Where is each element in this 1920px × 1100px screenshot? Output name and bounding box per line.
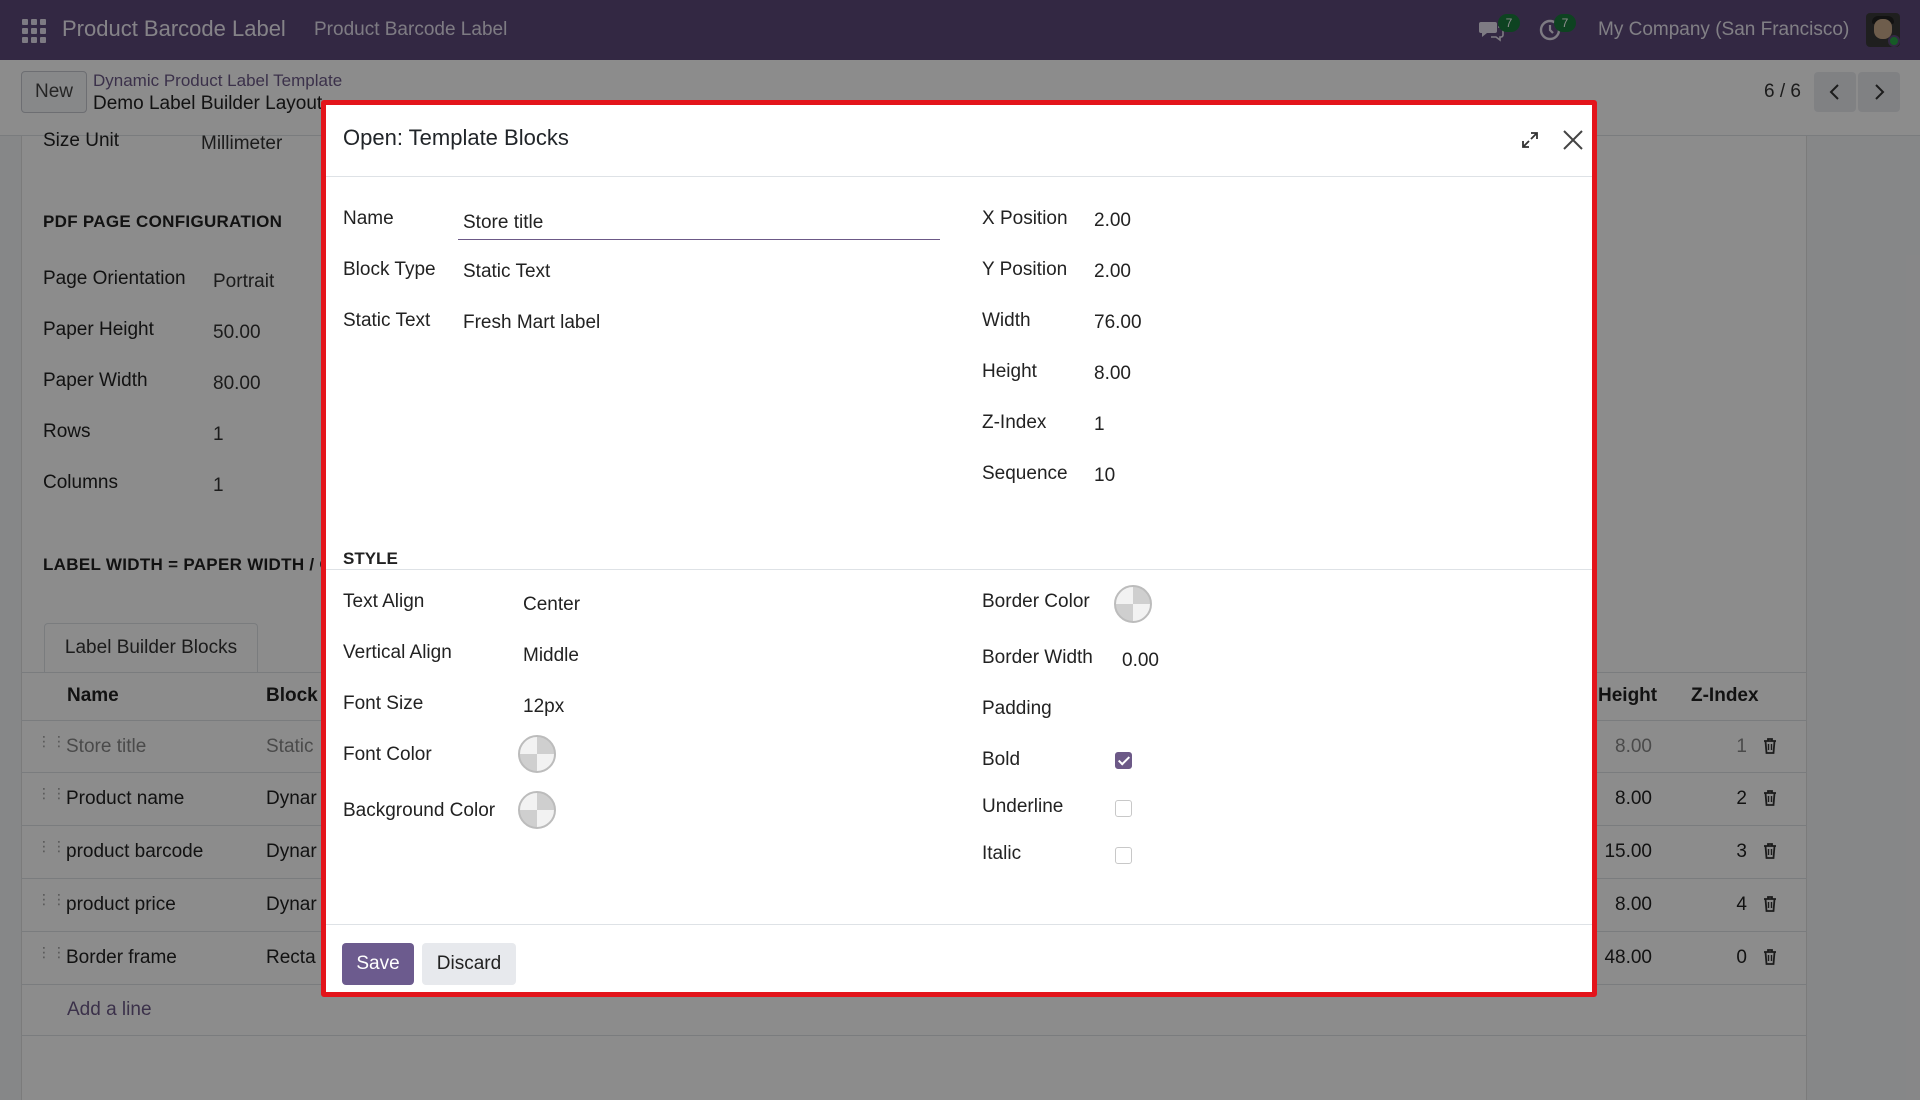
padding-label: Padding (982, 698, 1052, 719)
discard-button[interactable]: Discard (422, 943, 516, 985)
background-color-label: Background Color (343, 800, 496, 821)
italic-label: Italic (982, 843, 1022, 864)
y-position-label: Y Position (982, 259, 1068, 280)
font-size-field[interactable]: 12px (523, 696, 564, 718)
vertical-align-select[interactable]: Middle (523, 645, 579, 667)
italic-checkbox[interactable] (1115, 847, 1132, 864)
close-icon[interactable] (1560, 127, 1586, 153)
underline-label: Underline (982, 796, 1064, 817)
z-index-label: Z-Index (982, 412, 1047, 433)
x-position-field[interactable]: 2.00 (1094, 210, 1131, 232)
y-position-field[interactable]: 2.00 (1094, 261, 1131, 283)
font-color-picker[interactable] (518, 735, 556, 773)
style-section-title: STYLE (343, 549, 398, 568)
border-width-label: Border Width (982, 647, 1093, 668)
dialog-title: Open: Template Blocks (343, 125, 569, 150)
name-label: Name (343, 208, 394, 229)
font-size-label: Font Size (343, 693, 424, 714)
static-text-field[interactable]: Fresh Mart label (463, 312, 600, 334)
text-align-select[interactable]: Center (523, 594, 580, 616)
sequence-field[interactable]: 10 (1094, 465, 1115, 487)
expand-icon[interactable] (1520, 130, 1540, 150)
bold-checkbox[interactable] (1115, 752, 1132, 769)
width-field[interactable]: 76.00 (1094, 312, 1142, 334)
sequence-label: Sequence (982, 463, 1068, 484)
height-label: Height (982, 361, 1037, 382)
width-label: Width (982, 310, 1031, 331)
name-input[interactable] (458, 206, 940, 240)
border-color-label: Border Color (982, 591, 1090, 612)
vertical-align-label: Vertical Align (343, 642, 452, 663)
block-type-label: Block Type (343, 259, 436, 280)
text-align-label: Text Align (343, 591, 425, 612)
bold-label: Bold (982, 749, 1021, 770)
background-color-picker[interactable] (518, 791, 556, 829)
dialog-header: Open: Template Blocks (326, 105, 1592, 177)
style-divider (326, 569, 1592, 570)
z-index-field[interactable]: 1 (1094, 414, 1105, 436)
x-position-label: X Position (982, 208, 1068, 229)
dialog-footer-divider (326, 924, 1592, 925)
static-text-label: Static Text (343, 310, 431, 331)
save-button[interactable]: Save (342, 943, 414, 985)
font-color-label: Font Color (343, 744, 432, 765)
border-color-picker[interactable] (1114, 585, 1152, 623)
block-type-select[interactable]: Static Text (463, 261, 550, 283)
height-field[interactable]: 8.00 (1094, 363, 1131, 385)
underline-checkbox[interactable] (1115, 800, 1132, 817)
border-width-field[interactable]: 0.00 (1122, 650, 1159, 672)
template-block-dialog: Open: Template Blocks Name Block Type St… (321, 100, 1597, 997)
